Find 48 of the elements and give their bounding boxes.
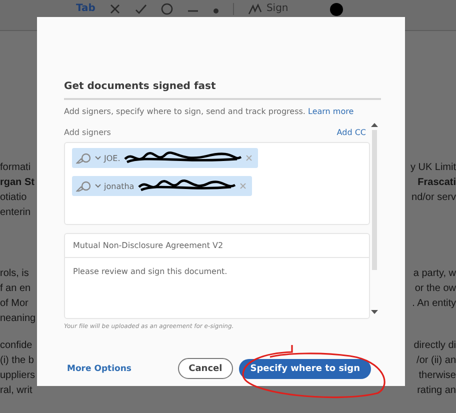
document-text: neaning	[0, 313, 36, 324]
more-options-link[interactable]: More Options	[67, 364, 132, 374]
specify-where-to-sign-button[interactable]: Specify where to sign	[239, 358, 371, 378]
document-text: . An entity	[412, 298, 456, 309]
signer-name: jonatha	[104, 182, 134, 190]
document-text: a party, w	[413, 268, 456, 279]
document-text: nd/or serv	[412, 192, 456, 203]
document-text: y UK Limit	[410, 162, 456, 173]
document-text: therwise	[418, 370, 456, 381]
chevron-icon[interactable]	[95, 156, 101, 160]
add-cc-link[interactable]: Add CC	[336, 128, 366, 137]
document-text: (i) the b	[0, 355, 34, 366]
document-text: Frascati	[418, 177, 456, 188]
check-icon[interactable]	[135, 3, 148, 15]
learn-more-link[interactable]: Learn more	[308, 107, 354, 116]
close-icon[interactable]	[240, 183, 246, 189]
signature-icon[interactable]	[248, 3, 262, 15]
document-text: or the ow	[414, 283, 456, 294]
scrollbar[interactable]	[371, 123, 378, 315]
message-field[interactable]: Please review and sign this document.	[65, 258, 369, 318]
document-text: confide	[0, 340, 32, 351]
document-text: rols, is	[0, 268, 29, 279]
chevron-icon[interactable]	[95, 184, 101, 188]
document-text: directly di	[414, 340, 456, 351]
document-text: formati	[0, 162, 31, 173]
document-text: otiatio	[0, 192, 27, 203]
cancel-button[interactable]: Cancel	[178, 358, 234, 379]
color-swatch[interactable]	[330, 3, 344, 16]
sign-label[interactable]: Sign	[266, 3, 288, 15]
document-text: f an en	[0, 283, 31, 294]
signer-chip[interactable]: jonatha	[72, 176, 252, 196]
document-text: of Mor	[0, 298, 28, 309]
dialog-subtitle: Add signers, specify where to sign, send and track progress.	[64, 107, 306, 116]
document-text: rating an	[417, 385, 456, 396]
document-text: uppliers	[0, 370, 36, 381]
document-text: rgan St	[0, 177, 34, 188]
close-icon[interactable]	[109, 3, 122, 15]
document-text: enterin	[0, 207, 31, 218]
agreement-name-field[interactable]: Mutual Non-Disclosure Agreement V2	[65, 234, 369, 258]
document-text: ral, writ	[0, 385, 32, 396]
signers-field[interactable]: JOE. jonatha	[64, 142, 370, 225]
document-text: /or (ii) an	[416, 355, 456, 366]
signer-name: JOE.	[104, 154, 120, 162]
circle-icon[interactable]	[161, 3, 174, 15]
dialog-title: Get documents signed fast	[64, 81, 381, 100]
signers-label: Add signers	[64, 128, 111, 137]
close-icon[interactable]	[246, 155, 252, 161]
signer-chip[interactable]: JOE.	[72, 148, 258, 168]
